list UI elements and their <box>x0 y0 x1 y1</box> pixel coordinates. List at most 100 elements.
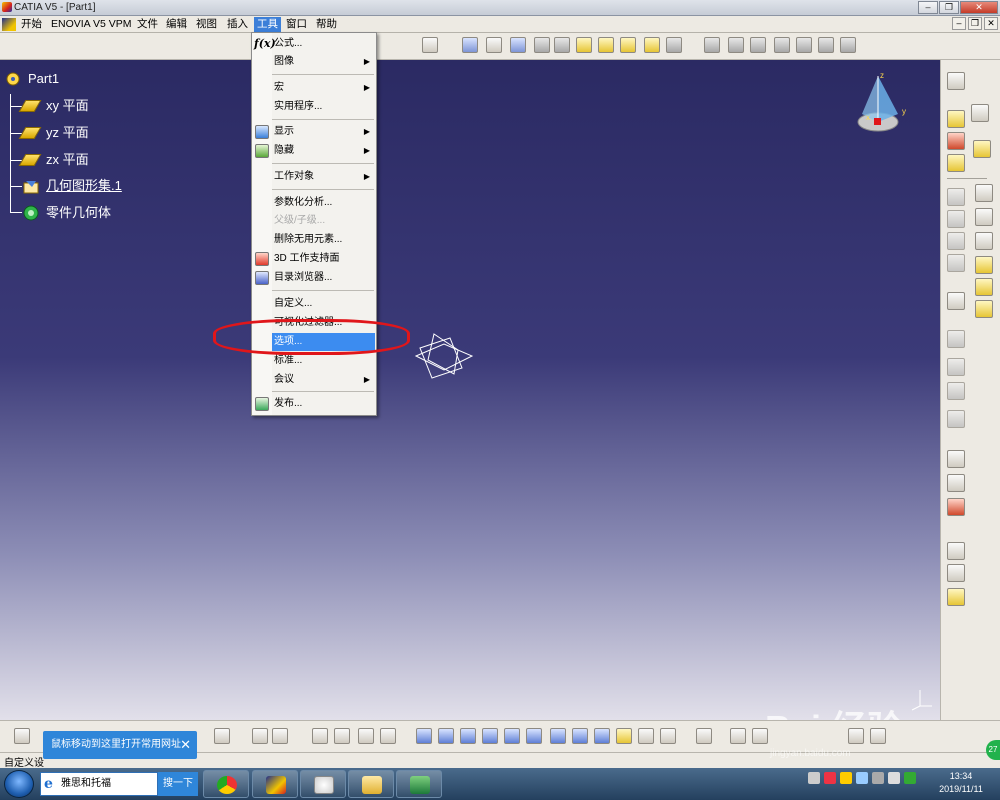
solid-combine-icon[interactable] <box>620 37 636 53</box>
menu-item-work-object[interactable]: 工作对象 ▶ <box>252 168 376 186</box>
compass-widget[interactable]: z y x <box>852 68 916 138</box>
menu-item-macro[interactable]: 宏 ▶ <box>252 79 376 97</box>
knowledge-icon[interactable] <box>380 728 396 744</box>
tray-security-icon[interactable] <box>840 772 852 784</box>
catia-menu-logo-icon[interactable] <box>2 18 16 31</box>
menu-view[interactable]: 视图 <box>193 17 220 32</box>
menu-insert[interactable]: 插入 <box>224 17 251 32</box>
mirror-icon[interactable] <box>975 278 993 296</box>
search-button[interactable]: 搜一下 <box>158 772 198 796</box>
constraint-icon[interactable] <box>947 188 965 206</box>
menu-file[interactable]: 文件 <box>134 17 161 32</box>
menu-tools[interactable]: 工具 <box>254 17 281 32</box>
apply-material-icon[interactable] <box>947 498 965 516</box>
tray-user-icon[interactable] <box>856 772 868 784</box>
remove-face-icon[interactable] <box>840 37 856 53</box>
menu-item-hide[interactable]: 隐藏 ▶ <box>252 142 376 160</box>
positioned-sketch-icon[interactable] <box>947 132 965 150</box>
thickness-icon[interactable] <box>796 37 812 53</box>
publication-icon[interactable] <box>358 728 374 744</box>
multi-section-icon[interactable] <box>644 37 660 53</box>
plane-tool-icon[interactable] <box>947 588 965 606</box>
menu-item-parameterization-analysis[interactable]: 参数化分析... <box>252 194 376 212</box>
rib-tool-icon[interactable] <box>947 254 965 272</box>
tray-sogou-icon[interactable] <box>824 772 836 784</box>
menu-item-customize[interactable]: 自定义... <box>252 295 376 313</box>
menu-item-utility[interactable]: 实用程序... <box>252 98 376 116</box>
close-icon[interactable]: ✕ <box>180 731 191 759</box>
formula-toolbar-icon[interactable] <box>252 728 268 744</box>
sketcher-icon[interactable] <box>422 37 438 53</box>
table-icon[interactable] <box>312 728 328 744</box>
surface-icon[interactable] <box>973 140 991 158</box>
zoom-in-icon[interactable] <box>482 728 498 744</box>
pointer-icon[interactable] <box>947 292 965 310</box>
annotation-text-icon[interactable] <box>947 450 965 468</box>
menu-item-show[interactable]: 显示 ▶ <box>252 123 376 141</box>
update-icon[interactable] <box>696 728 712 744</box>
doc-minimize-button[interactable]: – <box>952 17 966 30</box>
menu-item-publish[interactable]: 发布... <box>252 395 376 413</box>
grid-icon[interactable] <box>947 382 965 400</box>
comment-icon[interactable] <box>272 728 288 744</box>
taskbar-clock[interactable]: 13:34 2019/11/11 <box>935 770 987 796</box>
browser-tip-popup[interactable]: 鼠标移动到这里打开常用网址 ✕ <box>43 731 197 759</box>
isometric-view-icon[interactable] <box>572 728 588 744</box>
search-input[interactable]: 雅思和托福 <box>40 772 158 796</box>
shading-icon[interactable] <box>594 728 610 744</box>
measure-between-icon[interactable] <box>730 728 746 744</box>
tray-shield-icon[interactable] <box>904 772 916 784</box>
menu-item-formula[interactable]: f(x) 公式... <box>252 35 376 53</box>
thread-icon[interactable] <box>818 37 834 53</box>
taskbar-explorer[interactable] <box>348 770 394 798</box>
doc-restore-button[interactable]: ❐ <box>968 17 982 30</box>
taskbar-catia[interactable] <box>252 770 298 798</box>
snap-icon[interactable] <box>947 358 965 376</box>
shaft-icon[interactable] <box>510 37 526 53</box>
shaft-tool-icon[interactable] <box>975 208 993 226</box>
flag-note-icon[interactable] <box>947 474 965 492</box>
menu-item-image[interactable]: 图像 ▶ <box>252 53 376 71</box>
anchor-icon[interactable] <box>947 210 965 228</box>
tray-network-icon[interactable] <box>872 772 884 784</box>
removed-multi-section-icon[interactable] <box>666 37 682 53</box>
start-button[interactable] <box>4 770 34 798</box>
line-icon[interactable] <box>947 564 965 582</box>
menu-edit[interactable]: 编辑 <box>163 17 190 32</box>
3d-viewport[interactable] <box>0 60 940 720</box>
fillet-icon[interactable] <box>704 37 720 53</box>
apply-material-toolbar-icon[interactable] <box>660 728 676 744</box>
stiffener-icon[interactable] <box>598 37 614 53</box>
menu-start[interactable]: 开始 <box>18 17 45 32</box>
slot-icon[interactable] <box>576 37 592 53</box>
save-icon[interactable] <box>870 728 886 744</box>
point-icon[interactable] <box>947 542 965 560</box>
pattern-icon[interactable] <box>975 300 993 318</box>
analysis-icon[interactable] <box>947 410 965 428</box>
menu-help[interactable]: 帮助 <box>313 17 340 32</box>
exit-workbench-icon[interactable] <box>947 154 965 172</box>
tray-expand-icon[interactable] <box>808 772 820 784</box>
sketch-icon[interactable] <box>947 110 965 128</box>
part-design-workbench-icon[interactable] <box>971 104 989 122</box>
taskbar-chrome[interactable] <box>203 770 249 798</box>
hole-tool-icon[interactable] <box>975 232 993 250</box>
hide-show-icon[interactable] <box>616 728 632 744</box>
shell-icon[interactable] <box>774 37 790 53</box>
menu-item-conference[interactable]: 会议 ▶ <box>252 371 376 389</box>
rotate-icon[interactable] <box>460 728 476 744</box>
new-document-icon[interactable] <box>14 728 30 744</box>
restore-button[interactable]: ❐ <box>939 1 959 14</box>
multi-view-icon[interactable] <box>550 728 566 744</box>
measure-icon[interactable] <box>947 330 965 348</box>
pan-icon[interactable] <box>438 728 454 744</box>
measure-item-icon[interactable] <box>752 728 768 744</box>
select-icon[interactable] <box>947 72 965 90</box>
draft-icon[interactable] <box>750 37 766 53</box>
notification-badge[interactable]: 27 <box>986 740 1000 760</box>
tree-structure-icon[interactable] <box>334 728 350 744</box>
origin-planes-graphic[interactable] <box>414 330 474 382</box>
doc-close-button[interactable]: ✕ <box>984 17 998 30</box>
menu-window[interactable]: 窗口 <box>283 17 310 32</box>
catalog-icon[interactable] <box>848 728 864 744</box>
